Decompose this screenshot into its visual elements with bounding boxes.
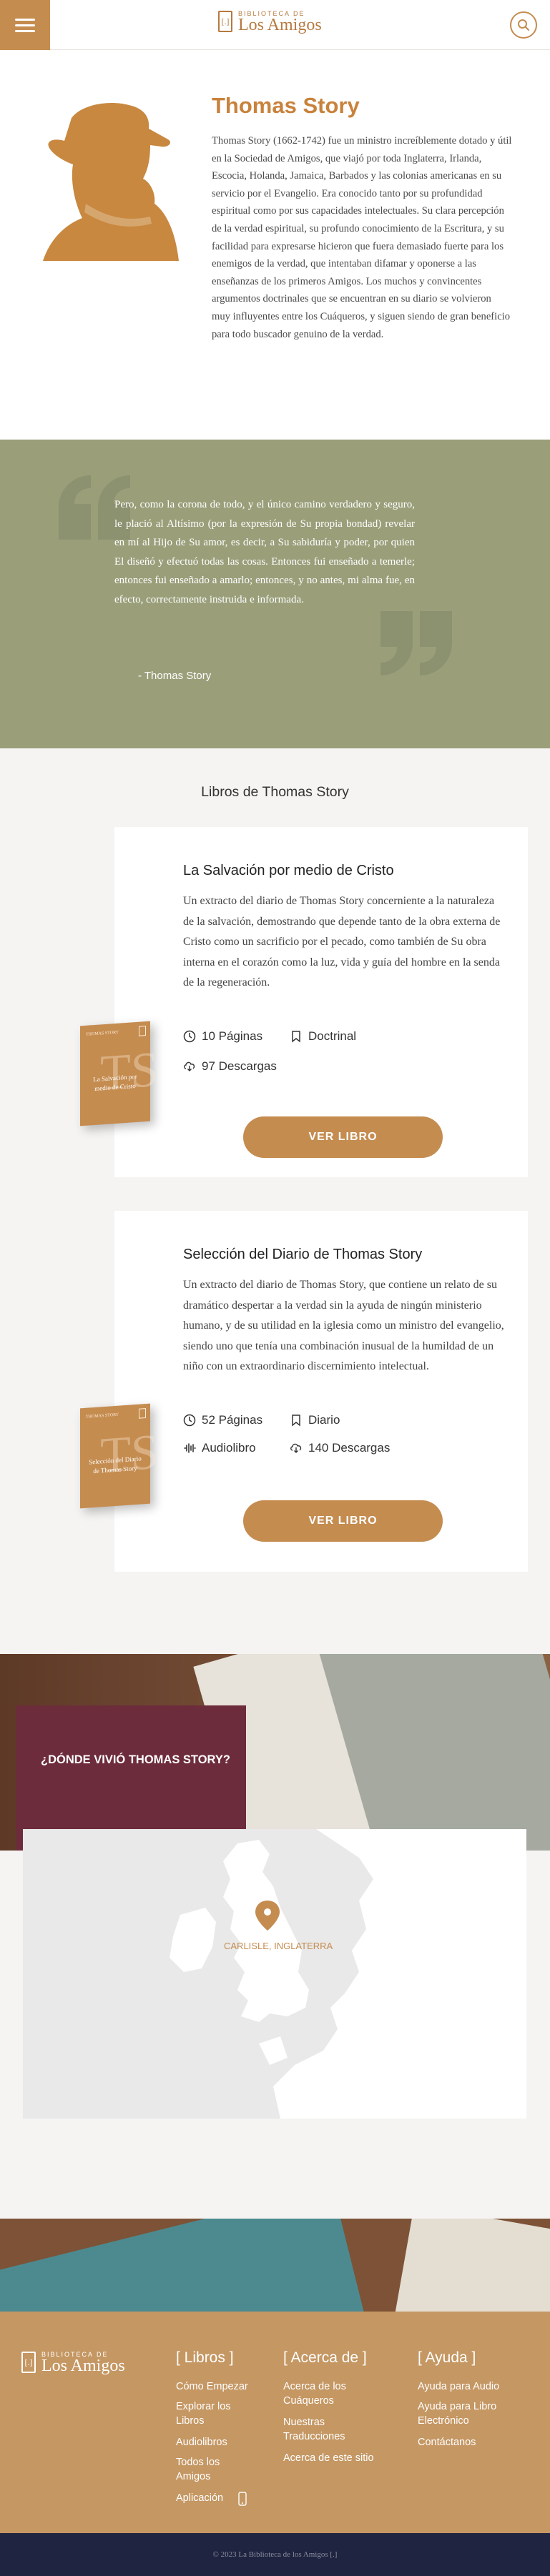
hamburger-icon-line (15, 18, 35, 21)
book-category: Doctrinal (290, 1029, 356, 1044)
quote-section: Pero, como la corona de todo, y el único… (0, 440, 550, 748)
logo-mark-icon: [.] (218, 11, 232, 32)
cover-logo-icon (139, 1407, 146, 1419)
background-book-cover (0, 2219, 371, 2312)
footer-logo[interactable]: [.] BIBLIOTECA DE Los Amigos (21, 2351, 125, 2374)
copyright-bar: © 2023 La Biblioteca de los Amigos [.] (0, 2533, 550, 2576)
book-audio-text: Audiolibro (202, 1441, 256, 1455)
footer-link[interactable]: Contáctanos (418, 2435, 496, 2449)
book-cover[interactable]: THOMAS STORY TS La Salvación por medio d… (80, 1021, 159, 1126)
author-intro-section: Thomas Story Thomas Story (1662-1742) fu… (0, 50, 550, 440)
quote-close-icon (380, 611, 452, 675)
map-graphic (23, 1829, 526, 2119)
where-lived-title: ¿DÓNDE VIVIÓ THOMAS STORY? (41, 1753, 230, 1766)
book-downloads-text: 140 Descargas (308, 1441, 391, 1455)
where-lived-section: ¿DÓNDE VIVIÓ THOMAS STORY? (0, 1654, 550, 1851)
book-downloads-text: 97 Descargas (202, 1059, 277, 1073)
book-description: Un extracto del diario de Thomas Story c… (183, 895, 501, 989)
author-bio: Thomas Story (1662-1742) fue un ministro… (212, 135, 512, 340)
location-map[interactable] (23, 1829, 526, 2119)
map-section: CARLISLE, INGLATERRA (0, 1829, 550, 2219)
cover-author: THOMAS STORY (86, 1030, 119, 1037)
site-logo[interactable]: [.] BIBLIOTECA DE Los Amigos (218, 10, 322, 34)
footer-background-image (0, 2219, 550, 2312)
clock-icon (183, 1030, 196, 1043)
footer-link[interactable]: Ayuda para Audio (418, 2379, 525, 2394)
bookmark-icon (292, 1415, 300, 1427)
book-card: Selección del Diario de Thomas Story Un … (114, 1211, 528, 1572)
book-downloads: 97 Descargas (183, 1059, 277, 1074)
footer-column-title: [ Ayuda ] (418, 2349, 476, 2366)
view-book-button[interactable]: VER LIBRO (243, 1500, 443, 1542)
footer-logo-main-text: Los Amigos (41, 2357, 125, 2375)
book-pages: 10 Páginas (183, 1029, 262, 1044)
book-category-text: Diario (308, 1413, 340, 1427)
footer-link[interactable]: Aplicación (176, 2491, 240, 2505)
site-footer: [.] BIBLIOTECA DE Los Amigos [ Libros ] … (0, 2312, 550, 2576)
site-header: [.] BIBLIOTECA DE Los Amigos (0, 0, 550, 50)
clock-icon (183, 1414, 196, 1427)
search-button[interactable] (510, 11, 537, 39)
footer-link[interactable]: Explorar los Libros (176, 2399, 255, 2428)
book-downloads: 140 Descargas (290, 1441, 390, 1455)
footer-link[interactable]: Todos los Amigos (176, 2455, 255, 2484)
hamburger-icon-line (15, 29, 35, 32)
book-audio: Audiolibro (183, 1441, 256, 1455)
cloud-download-icon (184, 1061, 195, 1071)
logo-main-text: Los Amigos (238, 16, 322, 34)
book-pages-text: 52 Páginas (202, 1413, 263, 1427)
footer-link[interactable]: Nuestras Traducciones (283, 2415, 362, 2444)
books-section: Libros de Thomas Story La Salvación por … (0, 748, 550, 1654)
footer-link[interactable]: Audiolibros (176, 2435, 255, 2449)
view-book-button[interactable]: VER LIBRO (243, 1116, 443, 1158)
book-title[interactable]: La Salvación por medio de Cristo (183, 863, 394, 879)
search-icon (518, 19, 529, 31)
book-pages-text: 10 Páginas (202, 1029, 263, 1043)
book-category-text: Doctrinal (308, 1029, 357, 1043)
book-title[interactable]: Selección del Diario de Thomas Story (183, 1247, 422, 1263)
bookmark-icon (292, 1031, 300, 1043)
footer-link[interactable]: Acerca de los Cuáqueros (283, 2379, 362, 2408)
quote-author: - Thomas Story (138, 670, 212, 682)
book-category: Diario (290, 1413, 340, 1427)
footer-link[interactable]: Cómo Empezar (176, 2379, 255, 2394)
menu-button[interactable] (0, 0, 50, 50)
author-portrait-silhouette (43, 103, 179, 261)
cover-logo-icon (139, 1025, 146, 1036)
cloud-download-icon (290, 1443, 302, 1453)
footer-column-title: [ Acerca de ] (283, 2349, 367, 2366)
book-description: Un extracto del diario de Thomas Story, … (183, 1279, 504, 1373)
books-section-title: Libros de Thomas Story (201, 784, 349, 800)
audio-wave-icon (184, 1443, 196, 1453)
author-name: Thomas Story (212, 93, 360, 118)
book-cover[interactable]: THOMAS STORY TS Selección del Diario de … (80, 1403, 159, 1509)
book-pages: 52 Páginas (183, 1413, 262, 1427)
background-book-page (389, 2219, 550, 2312)
logo-mark-icon: [.] (21, 2352, 36, 2373)
footer-link[interactable]: Ayuda para Libro Electrónico (418, 2399, 525, 2428)
cover-author: THOMAS STORY (86, 1412, 119, 1420)
hamburger-icon-line (15, 24, 35, 26)
footer-link[interactable]: Acerca de este sitio (283, 2451, 398, 2465)
map-pin-label: CARLISLE, INGLATERRA (224, 1941, 333, 1951)
quote-text: Pero, como la corona de todo, y el único… (114, 499, 415, 605)
book-card: La Salvación por medio de Cristo Un extr… (114, 827, 528, 1177)
footer-column-title: [ Libros ] (176, 2349, 234, 2366)
phone-icon (238, 2492, 247, 2506)
